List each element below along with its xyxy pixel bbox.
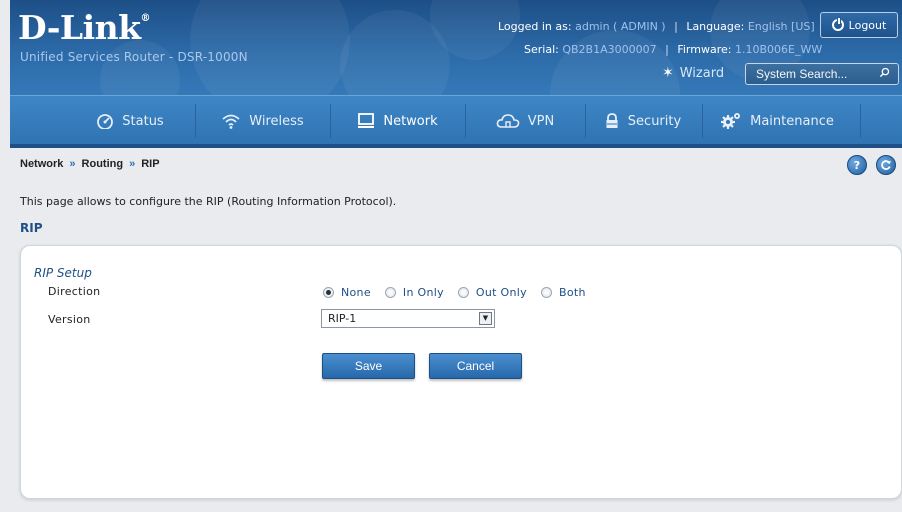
breadcrumb: Network » Routing » RIP — [20, 158, 160, 170]
version-label: Version — [48, 313, 91, 326]
serial-label: Serial: — [524, 43, 559, 56]
nav-tab-label: Security — [627, 113, 682, 129]
wizard-label: Wizard — [679, 65, 725, 81]
nav-tab-maintenance[interactable]: Maintenance — [707, 96, 847, 146]
version-value: RIP-1 — [328, 312, 357, 325]
nav-tab-label: VPN — [527, 113, 555, 129]
search-input[interactable] — [746, 64, 868, 84]
nav-tab-network[interactable]: Network — [335, 96, 460, 146]
system-search[interactable] — [745, 63, 899, 85]
direction-radio-group: None In Only Out Only Both — [323, 286, 600, 299]
wifi-icon — [222, 114, 240, 129]
direction-radio-both[interactable]: Both — [540, 286, 586, 299]
radio-label: In Only — [402, 286, 444, 299]
product-subtitle: Unified Services Router - DSR-1000N — [20, 50, 248, 64]
nav-stripe — [10, 144, 902, 148]
save-button[interactable]: Save — [322, 353, 415, 379]
firmware-label: Firmware: — [677, 43, 732, 56]
chevron-down-icon[interactable]: ▼ — [479, 312, 492, 325]
breadcrumb-separator: » — [129, 158, 136, 170]
magic-wand-icon: ✶ — [662, 65, 674, 81]
login-info: Logged in as: admin ( ADMIN ) | Language… — [498, 20, 815, 33]
cancel-button[interactable]: Cancel — [429, 353, 522, 379]
section-title: RIP — [20, 221, 43, 235]
language-label: Language: — [686, 20, 745, 33]
direction-radio-out-only[interactable]: Out Only — [457, 286, 527, 299]
breadcrumb-routing[interactable]: Routing — [82, 158, 124, 170]
dlink-logo: D-Link® — [18, 8, 151, 47]
gauge-icon — [97, 114, 114, 129]
nav-tab-status[interactable]: Status — [70, 96, 190, 146]
nav-tab-label: Wireless — [249, 113, 304, 129]
radio-dot[interactable] — [540, 287, 552, 298]
power-icon — [831, 17, 844, 31]
logged-in-user: admin ( ADMIN ) — [575, 20, 666, 33]
firmware-value: 1.10B006E_WW — [734, 43, 823, 56]
direction-radio-in-only[interactable]: In Only — [384, 286, 444, 299]
direction-radio-none[interactable]: None — [323, 286, 371, 299]
logout-button[interactable]: Logout — [820, 12, 898, 38]
help-icon[interactable]: ? — [847, 155, 867, 175]
version-select[interactable]: RIP-1 ▼ — [321, 309, 495, 328]
wizard-link[interactable]: ✶ Wizard — [662, 65, 724, 81]
radio-label: Out Only — [475, 286, 527, 299]
radio-label: None — [341, 286, 371, 299]
logout-label: Logout — [848, 18, 887, 32]
form-title: RIP Setup — [34, 266, 92, 280]
rip-setup-card: RIP Setup Direction None In Only Out Onl… — [20, 245, 902, 499]
header: D-Link® Unified Services Router - DSR-10… — [10, 0, 902, 95]
nav-tab-label: Status — [122, 113, 164, 129]
main-nav: Status Wireless Network VPN Security Mai… — [10, 95, 902, 145]
radio-label: Both — [558, 286, 586, 299]
monitor-icon — [358, 113, 375, 128]
nav-tab-label: Network — [383, 113, 438, 129]
nav-tab-security[interactable]: Security — [590, 96, 695, 146]
nav-tab-wireless[interactable]: Wireless — [200, 96, 325, 146]
radio-dot[interactable] — [323, 287, 334, 298]
breadcrumb-network[interactable]: Network — [20, 158, 63, 170]
lock-icon — [606, 113, 618, 128]
radio-dot[interactable] — [384, 287, 396, 298]
radio-dot[interactable] — [457, 287, 469, 298]
language-selector[interactable]: English [US] — [748, 20, 815, 33]
search-icon[interactable] — [879, 67, 890, 78]
refresh-icon[interactable] — [876, 155, 896, 175]
gears-icon — [721, 113, 741, 129]
page-description: This page allows to configure the RIP (R… — [20, 195, 397, 208]
serial-value: QB2B1A3000007 — [562, 43, 657, 56]
nav-tab-vpn[interactable]: VPN — [470, 96, 580, 146]
breadcrumb-separator: » — [69, 158, 76, 170]
cloud-icon — [496, 114, 520, 128]
direction-label: Direction — [48, 285, 101, 298]
logged-in-label: Logged in as: — [498, 20, 572, 33]
nav-tab-label: Maintenance — [750, 113, 834, 129]
serial-info: Serial: QB2B1A3000007 | Firmware: 1.10B0… — [524, 43, 823, 56]
breadcrumb-rip: RIP — [141, 158, 160, 170]
